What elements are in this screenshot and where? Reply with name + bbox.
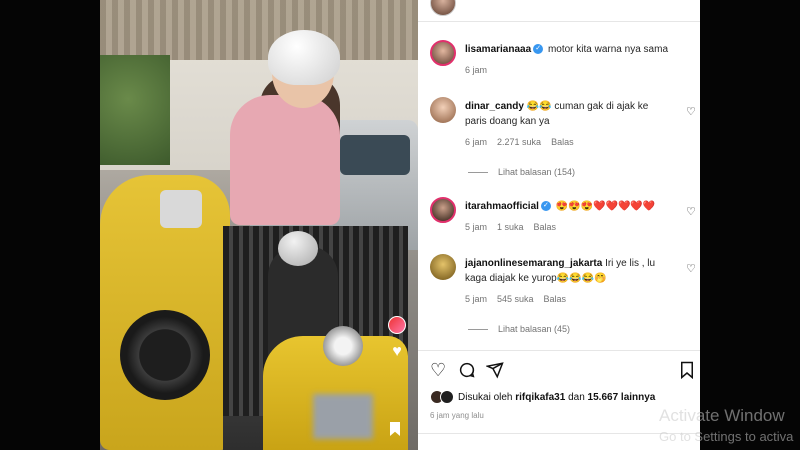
comment-body: 😍😍😍❤️❤️❤️❤️❤️ — [555, 201, 656, 212]
comment-username[interactable]: lisamarianaaa — [465, 44, 531, 55]
avatar[interactable] — [430, 97, 456, 123]
divider-line — [468, 328, 488, 330]
tree — [100, 55, 170, 165]
scooter-headlight — [160, 190, 202, 228]
likes-count[interactable]: 15.667 lainnya — [588, 392, 656, 403]
comment-meta: 5 jam 545 suka Balas — [465, 294, 566, 304]
view-replies-label: Lihat balasan (45) — [498, 324, 571, 334]
comment-text: dinar_candy 😂😂 cuman gak di ajak ke pari… — [465, 99, 670, 129]
comment-username[interactable]: jajanonlinesemarang_jakarta — [465, 258, 602, 269]
avatar[interactable] — [430, 254, 456, 280]
bookmark-icon[interactable] — [679, 361, 695, 382]
comment-time: 6 jam — [465, 137, 488, 147]
comment-meta: 5 jam 1 suka Balas — [465, 222, 556, 232]
comment-meta: 6 jam 2.271 suka Balas — [465, 137, 574, 147]
watermark-subtitle: Go to Settings to activa — [659, 429, 794, 444]
car-window — [340, 135, 410, 175]
avatar[interactable] — [430, 40, 456, 66]
post-header — [418, 0, 700, 22]
carport-roof — [100, 0, 418, 60]
reel-action-icons: ♥ — [386, 316, 408, 360]
comment-username[interactable]: itarahmaofficial — [465, 201, 539, 212]
avatar[interactable] — [430, 197, 456, 223]
comment-likes[interactable]: 1 suka — [497, 222, 524, 232]
post-actions-bar: ♡ — [418, 350, 700, 384]
windows-activation-watermark: Activate Window Go to Settings to activa — [659, 404, 800, 446]
woman-figure — [230, 95, 340, 225]
rider-helmet — [278, 231, 318, 266]
comment-likes[interactable]: 545 suka — [497, 294, 534, 304]
reel-heart-icon[interactable]: ♥ — [392, 344, 402, 360]
heart-icon[interactable]: ♡ — [430, 361, 446, 379]
likes-text: Disukai oleh rifqikafa31 dan 15.667 lain… — [458, 392, 655, 403]
reply-button[interactable]: Balas — [544, 294, 567, 304]
view-replies-button[interactable]: Lihat balasan (154) — [468, 167, 575, 177]
reply-button[interactable]: Balas — [534, 222, 557, 232]
comment-body: motor kita warna nya sama — [547, 44, 669, 55]
left-letterbox — [0, 0, 100, 450]
comment-text: jajanonlinesemarang_jakarta Iri ye lis ,… — [465, 256, 670, 286]
reel-avatar-icon[interactable] — [388, 316, 406, 334]
likes-prefix: Disukai oleh — [458, 391, 513, 403]
comment-icon[interactable] — [458, 361, 476, 382]
comment-like-icon[interactable]: ♡ — [686, 105, 696, 118]
scooter-wheel — [120, 310, 210, 400]
comment-likes[interactable]: 2.271 suka — [497, 137, 541, 147]
liker-avatar — [440, 390, 454, 404]
comment-text: itarahmaofficial ✓ 😍😍😍❤️❤️❤️❤️❤️ — [465, 199, 670, 214]
comment-time: 6 jam — [465, 65, 488, 75]
comment-meta: 6 jam — [465, 65, 487, 75]
comment-time: 5 jam — [465, 222, 488, 232]
inset-scooter-lamp — [323, 326, 363, 366]
liker-username[interactable]: rifqikafa31 — [515, 392, 565, 403]
watermark-title: Activate Window — [659, 406, 785, 425]
divider-line — [468, 171, 488, 173]
comments-panel: lisamarianaaa ✓ motor kita warna nya sama… — [418, 0, 700, 450]
white-helmet — [268, 30, 340, 85]
blurred-plate — [313, 394, 373, 439]
add-comment-area[interactable] — [418, 433, 700, 450]
comment-username[interactable]: dinar_candy — [465, 101, 524, 112]
comment-like-icon[interactable]: ♡ — [686, 205, 696, 218]
likes-summary[interactable]: Disukai oleh rifqikafa31 dan 15.667 lain… — [430, 390, 700, 404]
verified-badge-icon: ✓ — [533, 44, 544, 55]
post-time-ago: 6 jam yang lalu — [430, 411, 484, 420]
inset-reel-video[interactable] — [223, 226, 408, 450]
likes-middle: dan — [568, 391, 585, 403]
view-replies-button[interactable]: Lihat balasan (45) — [468, 324, 570, 334]
verified-badge-icon: ✓ — [540, 201, 551, 212]
reply-button[interactable]: Balas — [551, 137, 574, 147]
comment-text: lisamarianaaa ✓ motor kita warna nya sama — [465, 42, 670, 57]
send-icon[interactable] — [485, 361, 504, 382]
author-avatar[interactable] — [430, 0, 456, 16]
comment-like-icon[interactable]: ♡ — [686, 262, 696, 275]
comment-time: 5 jam — [465, 294, 488, 304]
view-replies-label: Lihat balasan (154) — [498, 167, 576, 177]
right-letterbox — [700, 0, 800, 450]
